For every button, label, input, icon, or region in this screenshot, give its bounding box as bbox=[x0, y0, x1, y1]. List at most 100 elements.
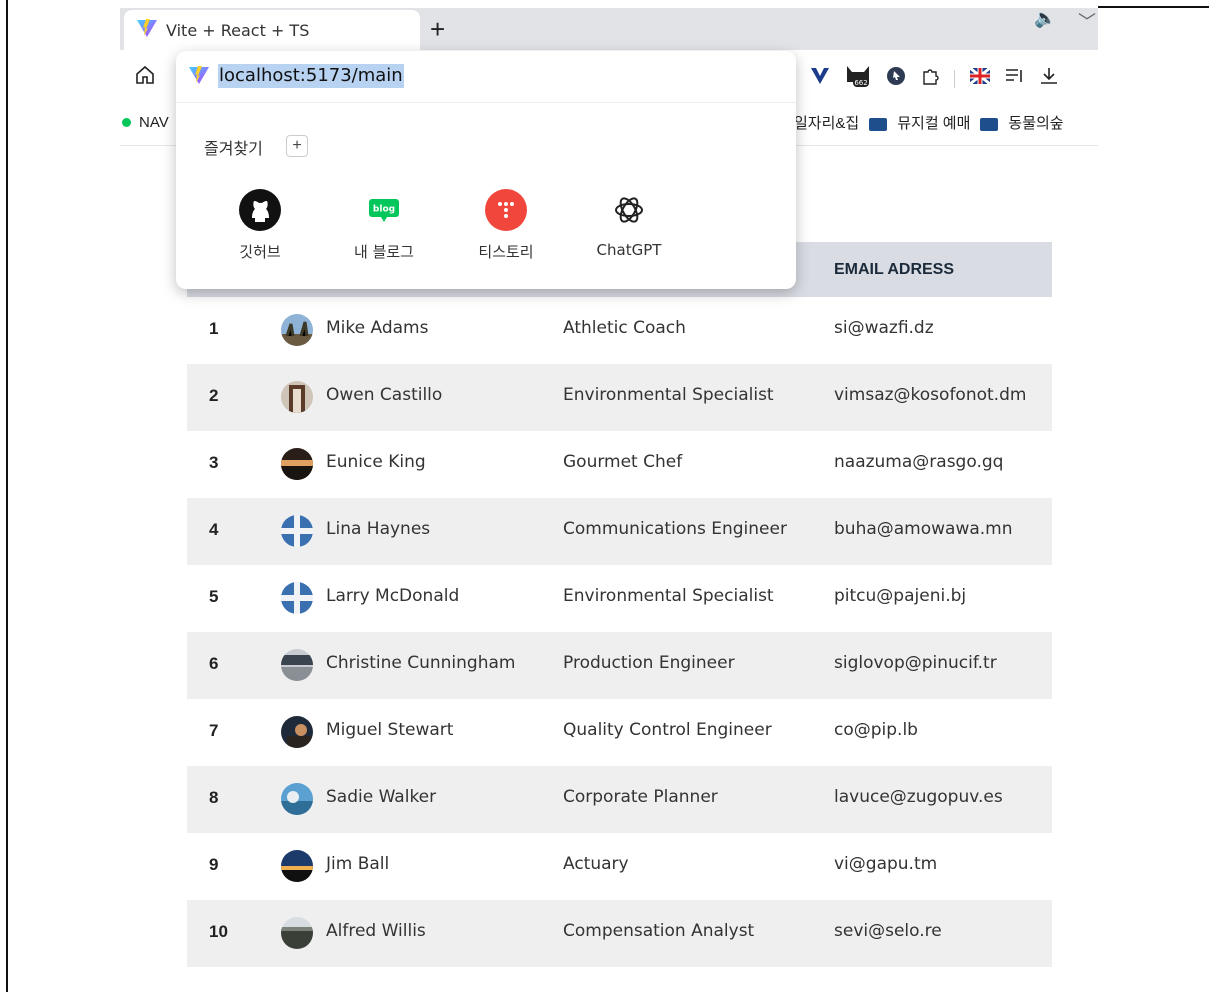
avatar bbox=[281, 783, 313, 815]
favorite-blog[interactable]: blog 내 블로그 bbox=[334, 187, 434, 262]
folder-icon bbox=[980, 118, 999, 131]
user-name: Larry McDonald bbox=[326, 586, 460, 606]
table-row[interactable]: 1 Mike Adams Athletic Coach si@wazfi.dz bbox=[187, 297, 1052, 364]
user-job: Production Engineer bbox=[563, 653, 735, 673]
row-id: 4 bbox=[209, 520, 219, 539]
bookmark-animal-crossing[interactable]: 동물의숲 bbox=[1008, 112, 1063, 133]
avatar bbox=[281, 917, 313, 949]
speaker-icon[interactable]: 🔈 bbox=[1034, 8, 1056, 29]
user-name: Owen Castillo bbox=[326, 385, 443, 405]
chevron-down-icon[interactable]: ﹀ bbox=[1078, 8, 1096, 34]
table-row[interactable]: 10 Alfred Willis Compensation Analyst se… bbox=[187, 900, 1052, 967]
row-id: 5 bbox=[209, 587, 219, 606]
avatar bbox=[281, 381, 313, 413]
avatar bbox=[281, 649, 313, 681]
extensions-area: 662 bbox=[810, 64, 1059, 93]
favorite-name: 깃허브 bbox=[239, 243, 281, 261]
avatar bbox=[281, 582, 313, 614]
download-icon[interactable] bbox=[1039, 66, 1059, 91]
svg-text:blog: blog bbox=[373, 205, 395, 215]
blog-icon: blog bbox=[361, 187, 407, 233]
address-dropdown: localhost:5173/main 즐겨찾기 + 깃허브 blog 내 블로… bbox=[176, 51, 796, 289]
row-id: 1 bbox=[209, 319, 219, 338]
user-email: lavuce@zugopuv.es bbox=[834, 787, 1003, 807]
favorite-github[interactable]: 깃허브 bbox=[210, 187, 310, 262]
bookmark-naver[interactable]: NAV bbox=[122, 114, 169, 131]
vivaldi-icon[interactable] bbox=[810, 67, 830, 90]
user-job: Corporate Planner bbox=[563, 787, 718, 807]
user-name: Eunice King bbox=[326, 452, 426, 472]
tab-strip: Vite + React + TS + 🔈 ﹀ bbox=[120, 8, 1098, 50]
row-id: 2 bbox=[209, 386, 219, 405]
github-icon bbox=[237, 187, 283, 233]
vite-logo-icon bbox=[188, 65, 210, 90]
user-email: pitcu@pajeni.bj bbox=[834, 586, 967, 606]
bookmark-jobs-home[interactable]: 일자리&집 bbox=[794, 112, 859, 133]
avatar bbox=[281, 850, 313, 882]
new-tab-button[interactable]: + bbox=[430, 16, 445, 42]
row-id: 9 bbox=[209, 855, 219, 874]
folder-icon bbox=[869, 118, 888, 131]
table-row[interactable]: 7 Miguel Stewart Quality Control Enginee… bbox=[187, 699, 1052, 766]
row-id: 10 bbox=[209, 922, 228, 941]
user-name: Sadie Walker bbox=[326, 787, 437, 807]
bookmarks-right: 일자리&집 뮤지컬 예매 동물의숲 bbox=[794, 112, 1064, 133]
favorite-name: ChatGPT bbox=[596, 241, 662, 259]
cursor-icon[interactable] bbox=[886, 66, 906, 91]
naver-icon bbox=[122, 118, 131, 127]
row-id: 3 bbox=[209, 453, 219, 472]
user-email: naazuma@rasgo.gq bbox=[834, 452, 1004, 472]
toolbar-divider bbox=[954, 69, 955, 88]
vite-logo-icon bbox=[136, 18, 158, 43]
user-email: buha@amowawa.mn bbox=[834, 519, 1013, 539]
user-email: vi@gapu.tm bbox=[834, 854, 938, 874]
svg-text:662: 662 bbox=[854, 79, 867, 87]
tab-title: Vite + React + TS bbox=[166, 20, 310, 40]
row-id: 8 bbox=[209, 788, 219, 807]
reading-list-icon[interactable] bbox=[1005, 67, 1025, 90]
table-row[interactable]: 6 Christine Cunningham Production Engine… bbox=[187, 632, 1052, 699]
user-job: Communications Engineer bbox=[563, 519, 787, 539]
favorite-chatgpt[interactable]: ChatGPT bbox=[579, 187, 679, 259]
user-name: Mike Adams bbox=[326, 318, 429, 338]
user-name: Christine Cunningham bbox=[326, 653, 516, 673]
tab-active[interactable]: Vite + React + TS bbox=[124, 10, 420, 50]
user-job: Compensation Analyst bbox=[563, 921, 755, 941]
user-email: si@wazfi.dz bbox=[834, 318, 934, 338]
chatgpt-icon bbox=[606, 187, 652, 233]
puzzle-icon[interactable] bbox=[920, 66, 940, 91]
avatar bbox=[281, 314, 313, 346]
user-name: Alfred Willis bbox=[326, 921, 426, 941]
table-row[interactable]: 5 Larry McDonald Environmental Specialis… bbox=[187, 565, 1052, 632]
table-row[interactable]: 9 Jim Ball Actuary vi@gapu.tm bbox=[187, 833, 1052, 900]
user-email: co@pip.lb bbox=[834, 720, 918, 740]
address-input[interactable]: localhost:5173/main bbox=[218, 64, 404, 88]
user-job: Environmental Specialist bbox=[563, 586, 774, 606]
users-table: EMAIL ADRESS 1 Mike Adams Athletic Coach… bbox=[187, 242, 1052, 967]
favorite-tistory[interactable]: 티스토리 bbox=[456, 187, 556, 262]
screenshot-frame-left bbox=[6, 0, 8, 992]
favorite-name: 티스토리 bbox=[478, 243, 534, 261]
table-row[interactable]: 3 Eunice King Gourmet Chef naazuma@rasgo… bbox=[187, 431, 1052, 498]
user-name: Jim Ball bbox=[326, 854, 390, 874]
user-email: sevi@selo.re bbox=[834, 921, 942, 941]
bookmark-musical[interactable]: 뮤지컬 예매 bbox=[897, 112, 970, 133]
table-row[interactable]: 2 Owen Castillo Environmental Specialist… bbox=[187, 364, 1052, 431]
user-email: vimsaz@kosofonot.dm bbox=[834, 385, 1027, 405]
user-job: Environmental Specialist bbox=[563, 385, 774, 405]
bookmark-label: NAV bbox=[139, 114, 169, 131]
flag-icon[interactable] bbox=[969, 66, 991, 91]
user-job: Actuary bbox=[563, 854, 629, 874]
user-job: Quality Control Engineer bbox=[563, 720, 772, 740]
row-id: 6 bbox=[209, 654, 219, 673]
add-favorite-button[interactable]: + bbox=[286, 135, 308, 157]
address-row: localhost:5173/main bbox=[176, 51, 796, 103]
screenshot-frame-top bbox=[1098, 6, 1209, 8]
table-row[interactable]: 4 Lina Haynes Communications Engineer bu… bbox=[187, 498, 1052, 565]
cat-extension-icon[interactable]: 662 bbox=[844, 64, 872, 93]
home-icon[interactable] bbox=[134, 64, 156, 91]
table-row[interactable]: 8 Sadie Walker Corporate Planner lavuce@… bbox=[187, 766, 1052, 833]
user-name: Miguel Stewart bbox=[326, 720, 454, 740]
row-id: 7 bbox=[209, 721, 219, 740]
avatar bbox=[281, 515, 313, 547]
